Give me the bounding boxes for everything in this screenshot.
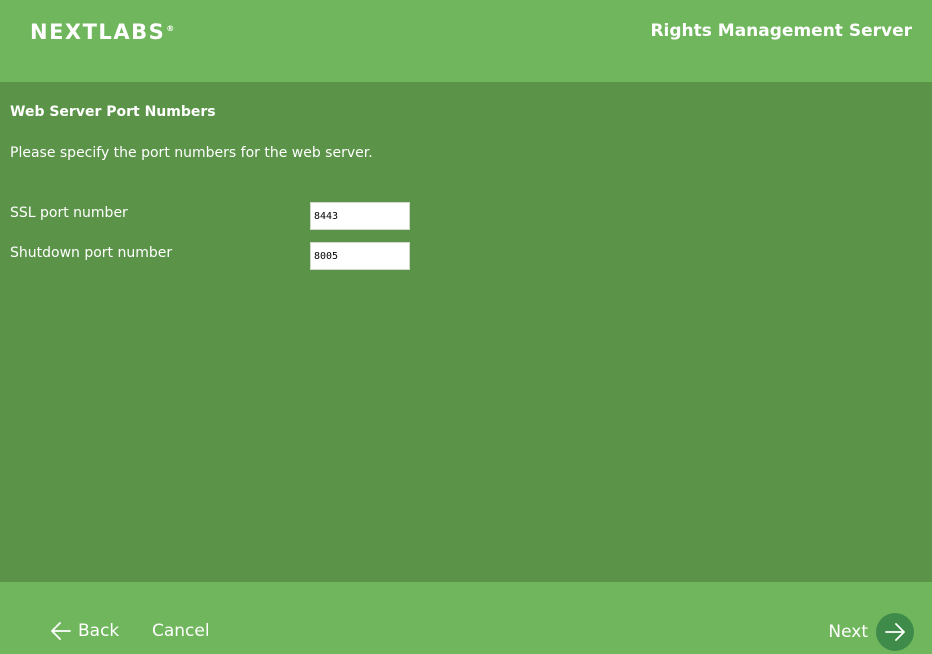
next-circle	[876, 613, 914, 651]
next-button[interactable]: Next	[828, 613, 914, 651]
arrow-left-icon	[51, 622, 71, 640]
header: NEXTLABS® Rights Management Server	[0, 0, 932, 82]
ssl-port-label: SSL port number	[10, 205, 128, 221]
back-button[interactable]: Back	[50, 621, 119, 641]
main-panel: Web Server Port Numbers Please specify t…	[0, 82, 932, 582]
logo-text: NEXTLABS	[30, 20, 166, 44]
next-label: Next	[828, 622, 868, 642]
shutdown-port-input[interactable]	[310, 242, 410, 270]
registered-mark: ®	[166, 24, 175, 33]
back-label: Back	[78, 621, 120, 641]
cancel-button[interactable]: Cancel	[152, 621, 210, 641]
nextlabs-logo: NEXTLABS®	[30, 20, 174, 44]
footer: Back Cancel Next	[0, 582, 932, 654]
section-title: Web Server Port Numbers	[10, 104, 216, 120]
section-description: Please specify the port numbers for the …	[10, 145, 373, 161]
arrow-right-icon	[885, 623, 905, 641]
ssl-port-input[interactable]	[310, 202, 410, 230]
shutdown-port-label: Shutdown port number	[10, 245, 173, 261]
app-title: Rights Management Server	[650, 21, 912, 41]
